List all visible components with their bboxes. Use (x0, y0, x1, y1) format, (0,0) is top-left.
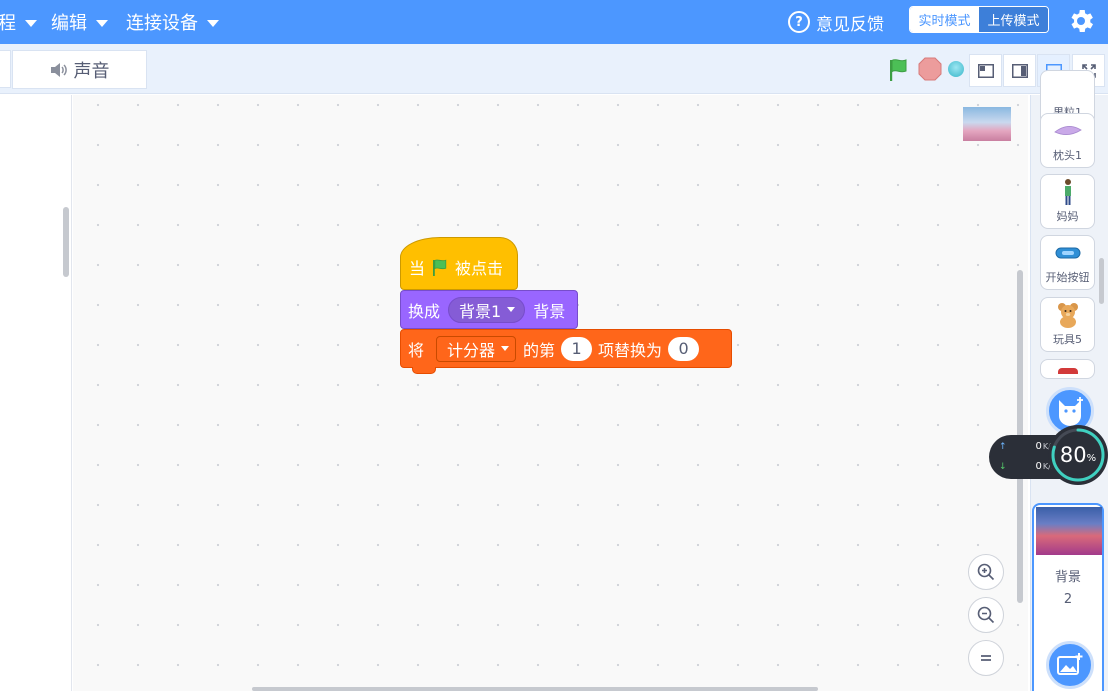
block-palette (0, 95, 72, 691)
question-icon: ? (788, 11, 810, 33)
zoom-in-icon (977, 563, 995, 581)
menu-bar: 程 编辑 连接设备 ? 意见反馈 实时模式 上传模式 (0, 0, 1108, 44)
backdrop-label: 背景 (533, 301, 566, 321)
upload-speed: ↑ 0 K/s (999, 441, 1055, 452)
upload-mode-button[interactable]: 上传模式 (979, 7, 1048, 32)
memory-gauge[interactable]: 80 % (1048, 425, 1108, 485)
item-of-label: 的第 (523, 340, 556, 360)
arrow-down-icon: ↓ (999, 461, 1007, 472)
status-ball-icon (948, 61, 964, 77)
start-button-icon (1055, 247, 1080, 258)
pillow-icon (1053, 125, 1082, 135)
feedback-link[interactable]: ? 意见反馈 (788, 0, 884, 44)
equals-icon (981, 655, 991, 661)
small-stage-icon (977, 63, 994, 78)
sprite-card-partial[interactable] (1040, 359, 1095, 379)
block-notch (412, 367, 436, 374)
upload-speed-value: 0 (1035, 441, 1042, 452)
chevron-down-icon (96, 20, 108, 27)
mom-icon (1064, 178, 1071, 205)
tab-sound[interactable]: 声音 (12, 50, 147, 89)
sprite-panel-scrollbar[interactable] (1099, 258, 1104, 304)
arrow-up-icon: ↑ (999, 441, 1007, 452)
tab-sound-label: 声音 (73, 60, 110, 82)
menu-edit[interactable]: 编辑 (51, 0, 108, 44)
stage-backdrop-thumbnail (1036, 507, 1102, 555)
sprite-card-teddy[interactable]: 玩具5 (1040, 297, 1095, 352)
workspace-horizontal-scrollbar[interactable] (252, 687, 818, 691)
mode-toggle: 实时模式 上传模式 (909, 6, 1049, 33)
stage-label: 背景 (1054, 570, 1081, 585)
zoom-in-button[interactable] (968, 554, 1004, 590)
sprite-thumbnail (1057, 368, 1078, 374)
sprite-name: 开始按钮 (1045, 271, 1090, 284)
speaker-icon (50, 62, 67, 77)
dropdown-caret-icon (501, 346, 510, 351)
index-input[interactable]: 1 (561, 336, 593, 361)
gauge-ring (1051, 428, 1105, 482)
sprite-card-pillow[interactable]: 枕头1 (1040, 113, 1095, 168)
code-workspace[interactable] (73, 95, 1028, 691)
when-flag-clicked-block[interactable]: 当 被点击 (400, 237, 518, 290)
sprite-name: 玩具5 (1053, 333, 1082, 346)
download-speed-value: 0 (1035, 461, 1042, 472)
menu-edit-label: 编辑 (51, 13, 87, 34)
stop-icon[interactable] (918, 57, 942, 81)
zoom-out-icon (977, 606, 995, 624)
switch-to-label: 换成 (408, 301, 441, 321)
download-speed: ↓ 0 K/s (999, 461, 1055, 472)
backdrop-count: 2 (1063, 592, 1073, 607)
green-flag-icon (433, 259, 447, 276)
normal-stage-icon (1011, 63, 1028, 78)
sprite-name: 枕头1 (1053, 149, 1082, 162)
chevron-down-icon (25, 20, 37, 27)
menu-tutorial[interactable]: 程 (0, 0, 37, 44)
small-stage-button[interactable] (969, 54, 1002, 87)
replace-list-item-block[interactable]: 将 计分器 的第 1 项替换为 0 (400, 329, 732, 368)
switch-backdrop-block[interactable]: 换成 背景1 背景 (400, 290, 578, 329)
sprite-card-mom[interactable]: 妈妈 (1040, 174, 1095, 229)
cat-add-icon (1059, 397, 1083, 426)
list-dropdown-value: 计分器 (447, 340, 496, 360)
zoom-out-button[interactable] (968, 597, 1004, 633)
set-label: 将 (408, 340, 425, 360)
replace-with-label: 项替换为 (598, 340, 663, 360)
tab-partial[interactable] (0, 50, 11, 88)
chevron-down-icon (207, 20, 219, 27)
hat-clicked-label: 被点击 (455, 259, 504, 278)
green-flag-icon[interactable] (886, 57, 912, 83)
hat-when-label: 当 (409, 259, 426, 278)
menu-connect-device-label: 连接设备 (126, 13, 198, 34)
dropdown-caret-icon (507, 307, 516, 312)
stage-preview-thumbnail[interactable] (963, 107, 1011, 141)
backdrop-dropdown-value: 背景1 (459, 301, 502, 321)
backdrop-dropdown[interactable]: 背景1 (448, 296, 526, 323)
realtime-mode-button[interactable]: 实时模式 (910, 7, 979, 32)
teddy-bear-icon (1057, 302, 1078, 328)
menu-connect-device[interactable]: 连接设备 (126, 0, 219, 44)
add-backdrop-icon (1057, 653, 1083, 675)
feedback-label: 意见反馈 (816, 14, 884, 35)
normal-stage-button[interactable] (1003, 54, 1036, 87)
palette-scrollbar[interactable] (63, 207, 69, 277)
value-input[interactable]: 0 (668, 336, 700, 361)
gear-icon[interactable] (1066, 6, 1096, 36)
sprite-name: 妈妈 (1056, 210, 1079, 223)
list-dropdown[interactable]: 计分器 (436, 335, 517, 362)
menu-tutorial-label: 程 (0, 13, 16, 34)
add-backdrop-button[interactable] (1046, 641, 1094, 689)
zoom-reset-button[interactable] (968, 640, 1004, 676)
sprite-card-start-button[interactable]: 开始按钮 (1040, 235, 1095, 290)
